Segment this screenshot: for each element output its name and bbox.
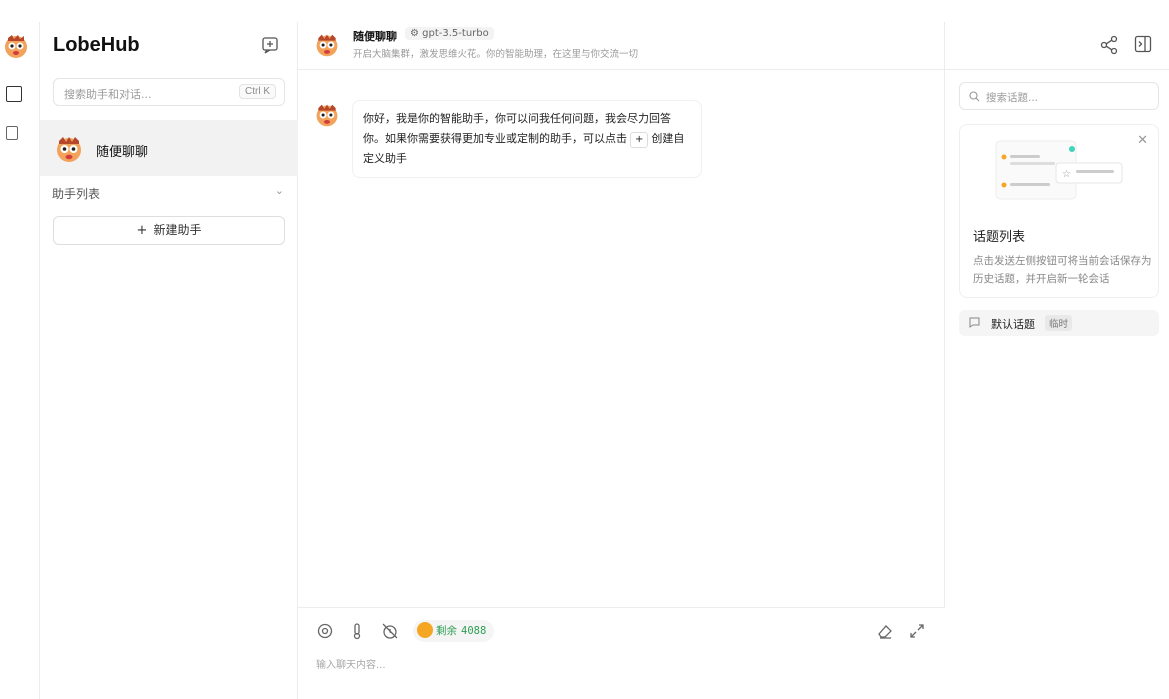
close-icon[interactable]: ✕ xyxy=(1137,133,1148,148)
topic-search-placeholder: 搜索话题... xyxy=(986,92,1039,104)
group-label: 助手列表 xyxy=(52,187,101,201)
model-name: gpt-3.5-turbo xyxy=(422,28,489,39)
assistant-avatar xyxy=(316,104,338,127)
session-title: 随便聊聊 xyxy=(96,145,149,160)
topic-badge: 临时 xyxy=(1045,315,1073,331)
temperature-icon[interactable] xyxy=(348,622,366,640)
discover-nav-icon[interactable] xyxy=(6,126,18,140)
topic-guide-card: ✕ ☆ 话题列表 点击发送左侧按钮可将当前会话保存为历史话题，并开启新一轮会话 xyxy=(959,124,1159,298)
token-value: 4088 xyxy=(461,625,487,637)
chat-nav-icon[interactable] xyxy=(6,86,22,102)
new-assistant-label: 新建助手 xyxy=(153,223,202,237)
topic-search-input[interactable]: 搜索话题... xyxy=(959,82,1159,110)
chat-header: 随便聊聊 ⚙ gpt-3.5-turbo 开启大脑集群，激发思维火花。你的智能助… xyxy=(298,22,1169,70)
user-avatar[interactable] xyxy=(2,32,30,60)
topic-panel: 搜索话题... ✕ ☆ 话题列表 点击发送左侧按钮可将当前会话保存为历史话题，并… xyxy=(946,70,1169,699)
chat-input[interactable]: 输入聊天内容... xyxy=(316,656,386,671)
plus-chip[interactable]: + xyxy=(630,132,649,148)
chat-title: 随便聊聊 xyxy=(353,30,397,43)
topic-label: 默认话题 xyxy=(991,318,1035,331)
share-icon[interactable] xyxy=(1099,35,1119,55)
expand-icon[interactable] xyxy=(908,622,926,640)
plus-icon: + xyxy=(136,223,148,238)
session-panel: LobeHub 搜索助手和对话... Ctrl K 随便聊聊 助手列表 ⌄ + xyxy=(40,22,298,699)
new-chat-icon[interactable] xyxy=(261,36,279,54)
assistant-group-header[interactable]: 助手列表 ⌄ xyxy=(52,182,286,202)
search-icon xyxy=(969,91,980,102)
session-item[interactable]: 随便聊聊 xyxy=(40,120,298,176)
model-tag[interactable]: ⚙ gpt-3.5-turbo xyxy=(405,27,494,40)
chat-main: 随便聊聊 ⚙ gpt-3.5-turbo 开启大脑集群，激发思维火花。你的智能助… xyxy=(298,22,1169,699)
guide-description: 点击发送左侧按钮可将当前会话保存为历史话题，并开启新一轮会话 xyxy=(973,255,1152,285)
chat-avatar xyxy=(316,34,338,57)
chat-bubble-icon xyxy=(969,317,980,328)
new-assistant-button[interactable]: + 新建助手 xyxy=(53,216,285,245)
session-avatar xyxy=(57,137,81,162)
eraser-icon[interactable] xyxy=(876,622,894,640)
message-bubble: 你好，我是你的智能助手，你可以问我任何问题，我会尽力回答你。如果你需要获得更加专… xyxy=(352,100,702,178)
chevron-down-icon: ⌄ xyxy=(274,184,284,197)
guide-title: 话题列表 xyxy=(973,230,1026,245)
token-counter[interactable]: 剩余 4088 xyxy=(413,620,495,642)
topic-illustration: ☆ xyxy=(995,140,1123,200)
token-face-icon xyxy=(417,622,433,638)
topic-item[interactable]: 默认话题 临时 xyxy=(959,310,1159,336)
toggle-panel-icon[interactable] xyxy=(1134,35,1152,53)
token-label: 剩余 xyxy=(436,625,457,637)
svg-text:☆: ☆ xyxy=(1062,169,1071,180)
chat-description: 开启大脑集群，激发思维火花。你的智能助理，在这里与你交流一切 xyxy=(353,49,639,60)
message-text: 你好，我是你的智能助手，你可以问我任何问题，我会尽力回答你。如果你需要获得更加专… xyxy=(363,112,671,145)
shortcut-hint: Ctrl K xyxy=(239,84,276,99)
model-settings-icon[interactable] xyxy=(316,622,334,640)
app-logo: LobeHub xyxy=(53,34,140,56)
search-placeholder: 搜索助手和对话... xyxy=(64,88,152,101)
nav-rail xyxy=(0,22,40,699)
history-off-icon[interactable] xyxy=(381,622,399,640)
session-search-input[interactable]: 搜索助手和对话... Ctrl K xyxy=(53,78,285,106)
chat-input-area: 剩余 4088 输入聊天内容... xyxy=(298,607,945,699)
app-window: LobeHub 搜索助手和对话... Ctrl K 随便聊聊 助手列表 ⌄ + xyxy=(0,22,1169,699)
